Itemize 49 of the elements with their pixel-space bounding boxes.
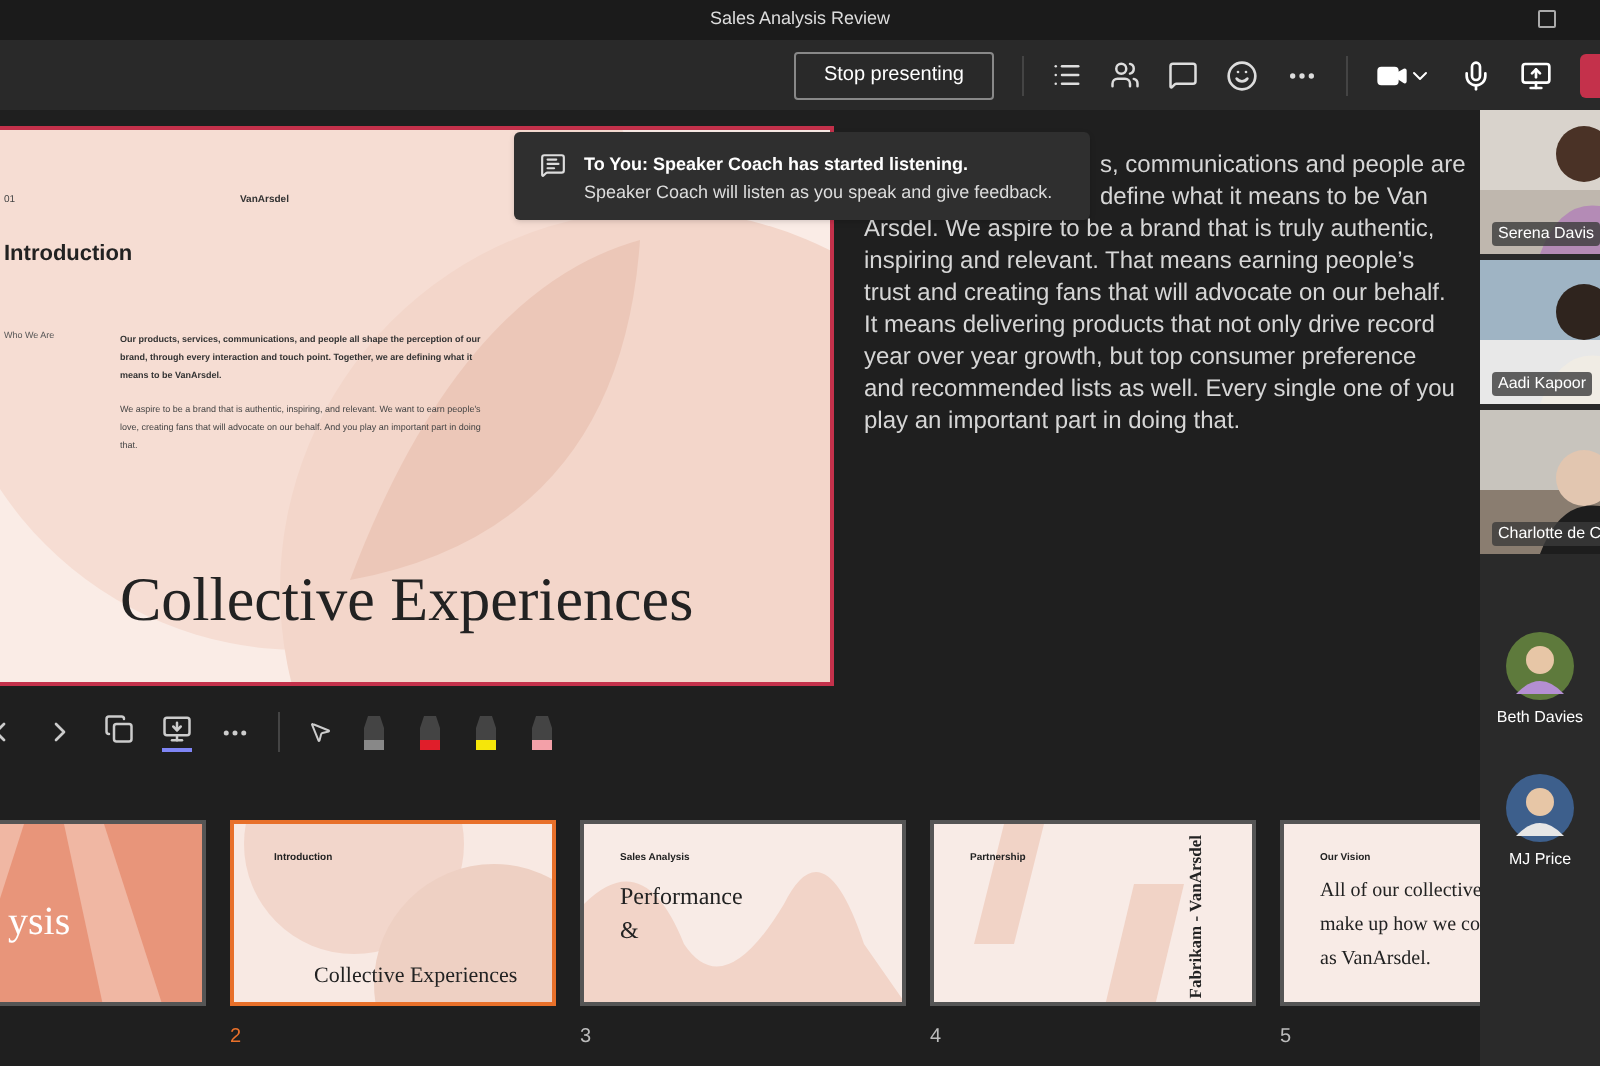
toast-message: Speaker Coach will listen as you speak and give feedback. xyxy=(584,179,1053,206)
notes-line: play an important part in doing that. xyxy=(864,404,1243,436)
slide-number: 5 xyxy=(1280,1024,1294,1052)
participant-name: Aadi Kapoor xyxy=(1492,372,1593,396)
list-icon[interactable] xyxy=(1052,60,1082,90)
avatar xyxy=(1506,774,1574,842)
notes-line: Arsdel. We aspire to be a brand that is truly authentic, xyxy=(864,212,1437,244)
window-title: Sales Analysis Review xyxy=(709,6,891,33)
avatar xyxy=(1505,632,1574,700)
participant-name: Charlotte de C xyxy=(1492,522,1600,546)
microphone-icon[interactable] xyxy=(1460,59,1492,91)
notes-line: define what it means to be Van xyxy=(1100,180,1430,212)
popout-icon[interactable] xyxy=(1538,10,1556,28)
reaction-icon[interactable] xyxy=(1226,59,1258,91)
pen-icon[interactable] xyxy=(416,712,444,752)
eraser-icon[interactable] xyxy=(528,712,556,752)
slide-text: make up how we co xyxy=(1320,912,1480,940)
slide-text: All of our collective xyxy=(1320,878,1480,906)
slide-heading: Introduction xyxy=(4,239,135,269)
notes-line: s, communications and people are xyxy=(1100,148,1466,180)
speaker-coach-icon xyxy=(540,152,566,178)
participant-name: Beth Davies xyxy=(1496,706,1584,730)
stop-presenting-button[interactable]: Stop presenting xyxy=(793,51,994,99)
slide-title: Collective Experiences xyxy=(120,562,696,638)
laser-pen-icon[interactable] xyxy=(360,712,388,752)
slide-number: 4 xyxy=(930,1024,944,1052)
slide-subtitle: & xyxy=(620,914,639,948)
notes-line: It means delivering products that not only drive record xyxy=(864,308,1437,340)
notes-line: trust and creating fans that will advocate on our behalf. xyxy=(864,276,1448,308)
leave-button[interactable] xyxy=(1580,53,1600,97)
participant-name: Serena Davis xyxy=(1492,222,1600,246)
chat-icon[interactable] xyxy=(1168,60,1198,90)
slide-title: ysis xyxy=(8,898,71,948)
presenter-view-icon[interactable] xyxy=(162,713,192,751)
notes-line: inspiring and relevant. That means earning people’s xyxy=(864,244,1417,276)
slide-title: Performance xyxy=(620,880,743,914)
toast-title: To You: Speaker Coach has started listening. xyxy=(584,152,971,178)
slide-title: Collective Experiences xyxy=(314,962,518,992)
participant-name: MJ Price xyxy=(1508,848,1572,872)
slide-text: as VanArsdel. xyxy=(1320,946,1433,974)
notes-line: year over year growth, but top consumer preference xyxy=(864,340,1419,372)
highlighter-icon[interactable] xyxy=(472,712,500,752)
slide-title: Fabrikam - VanArsdel xyxy=(1183,833,1208,1002)
slide-number: 3 xyxy=(580,1024,594,1052)
notes-line: and recommended lists as well. Every single one of you xyxy=(864,372,1457,404)
slide-number: 2 xyxy=(230,1024,244,1052)
pointer-icon[interactable] xyxy=(308,720,332,744)
share-screen-icon[interactable] xyxy=(1520,59,1552,91)
people-icon[interactable] xyxy=(1110,60,1140,90)
